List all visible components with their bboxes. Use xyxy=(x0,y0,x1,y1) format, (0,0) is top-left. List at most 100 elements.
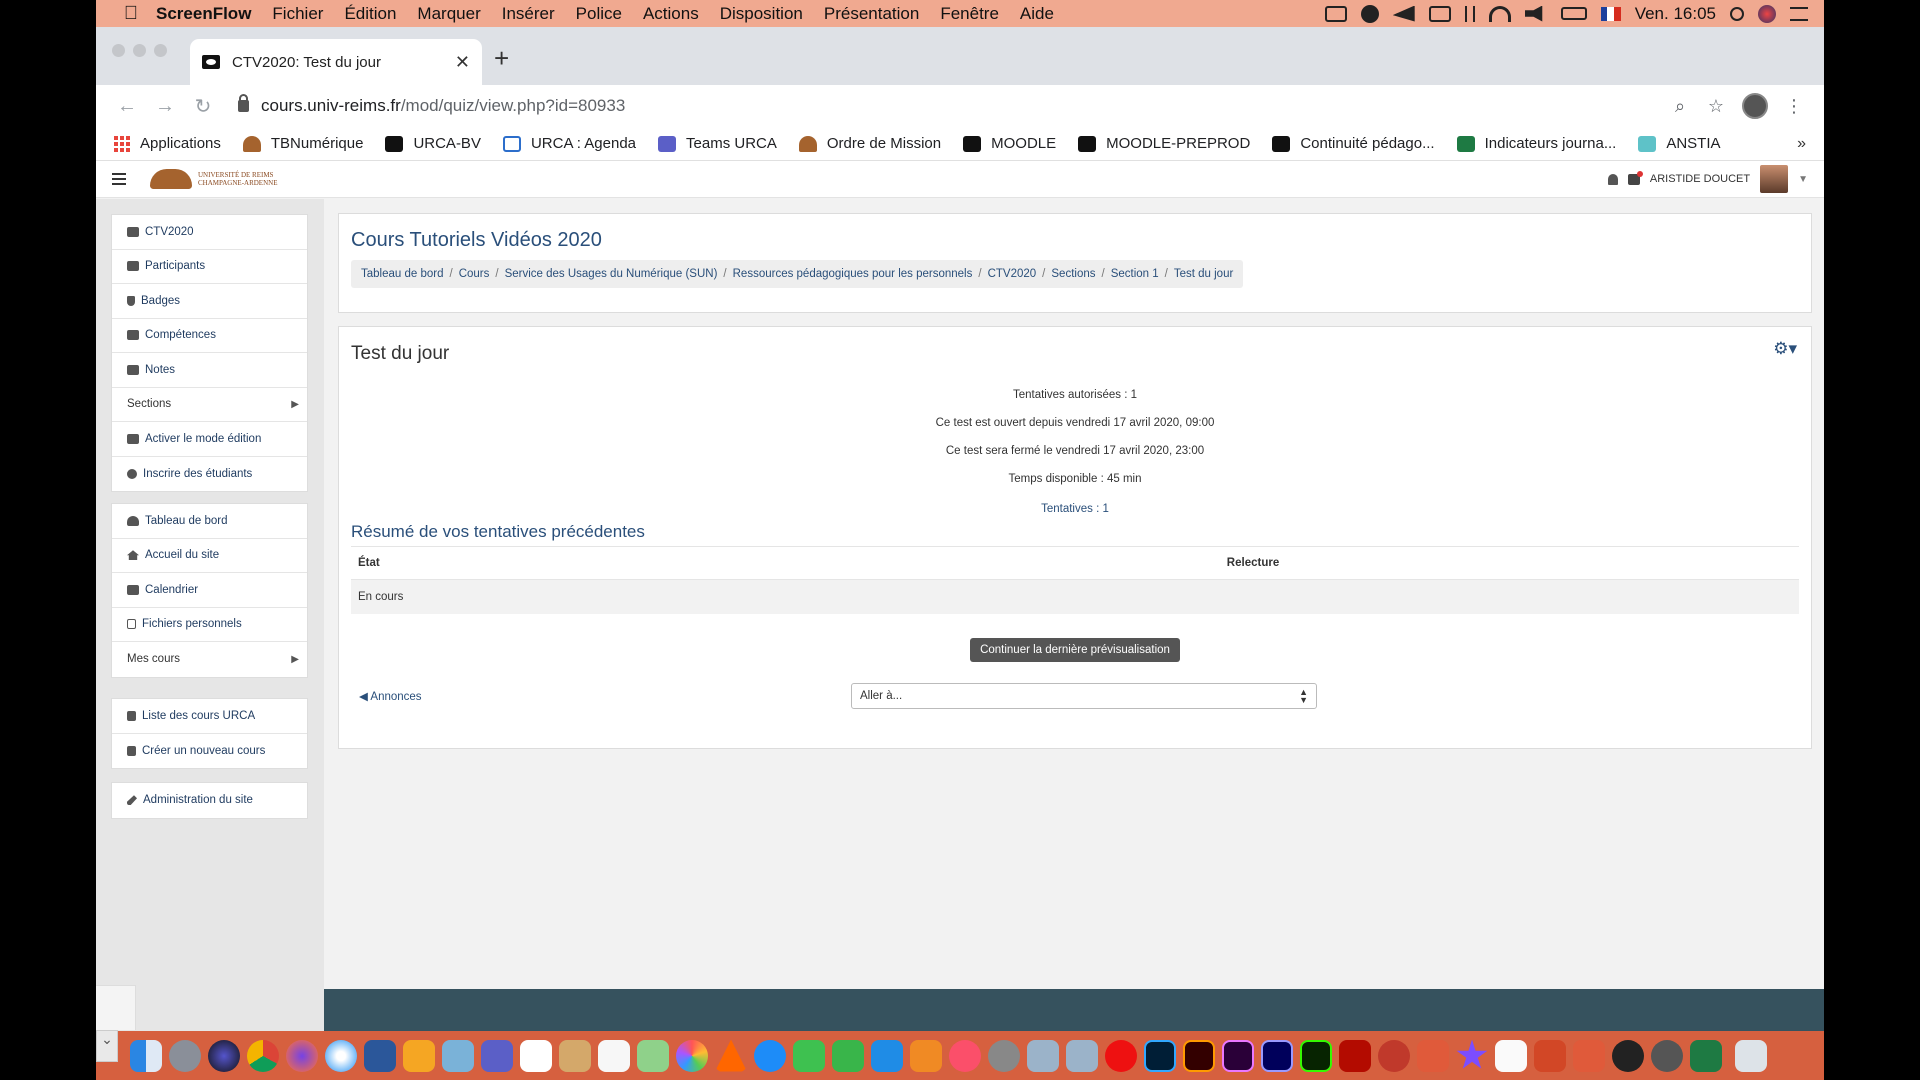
bookmark-indicateurs[interactable]: Indicateurs journa... xyxy=(1456,135,1616,152)
breadcrumb-item[interactable]: Test du jour xyxy=(1174,268,1233,280)
breadcrumb-item[interactable]: Cours xyxy=(459,268,490,280)
breadcrumb-item[interactable]: Section 1 xyxy=(1111,268,1159,280)
french-flag-icon[interactable] xyxy=(1600,6,1621,21)
menu-marquer[interactable]: Marquer xyxy=(417,4,480,24)
notification-center-icon[interactable] xyxy=(1790,6,1808,21)
siri-icon[interactable] xyxy=(1758,4,1776,23)
nav-item-badges[interactable]: Badges xyxy=(112,284,307,319)
illustrator-icon[interactable] xyxy=(1183,1039,1215,1072)
photos-icon[interactable] xyxy=(676,1039,708,1072)
screenflow-panel[interactable] xyxy=(96,985,136,1030)
reload-icon[interactable]: ↻ xyxy=(184,94,222,119)
menu-fichier[interactable]: Fichier xyxy=(272,4,323,24)
nav-item-ctv2020[interactable]: CTV2020 xyxy=(112,215,307,250)
facetime-icon[interactable] xyxy=(793,1039,825,1072)
breadcrumb-item[interactable]: CTV2020 xyxy=(988,268,1037,280)
keynote-icon[interactable] xyxy=(871,1039,903,1072)
presentation-app-icon-2[interactable] xyxy=(1573,1039,1605,1072)
address-bar[interactable]: cours.univ-reims.fr/mod/quiz/view.php?id… xyxy=(232,89,1662,123)
chrome-menu-icon[interactable]: ⋮ xyxy=(1776,96,1812,117)
launchpad-icon[interactable] xyxy=(169,1039,201,1072)
bookmark-urca-agenda[interactable]: URCA : Agenda xyxy=(502,135,636,152)
nav-item-enrol-students[interactable]: Inscrire des étudiants xyxy=(112,457,307,492)
bookmark-applications[interactable]: Applications xyxy=(114,135,221,152)
teams-icon[interactable] xyxy=(481,1039,513,1072)
firefox-icon[interactable] xyxy=(286,1039,318,1072)
continue-preview-button[interactable]: Continuer la dernière prévisualisation xyxy=(970,637,1180,662)
dreamweaver-icon[interactable] xyxy=(1300,1039,1332,1072)
bluetooth-icon[interactable] xyxy=(1464,5,1475,22)
bookmark-anstia[interactable]: ANSTIA xyxy=(1638,135,1721,152)
airplay-icon[interactable] xyxy=(1428,5,1451,22)
utility-app-icon-2[interactable] xyxy=(1066,1039,1098,1072)
bookmark-moodle-preprod[interactable]: MOODLE-PREPROD xyxy=(1078,135,1250,152)
user-name[interactable]: ARISTIDE DOUCET xyxy=(1650,173,1750,185)
maximize-window-icon[interactable] xyxy=(154,44,167,57)
app-status-icon[interactable] xyxy=(1392,5,1415,22)
word-icon[interactable] xyxy=(364,1039,396,1072)
screenflow-icon[interactable] xyxy=(1378,1039,1410,1072)
bookmark-tbnumerique[interactable]: TBNumérique xyxy=(242,135,363,152)
forward-arrow-icon[interactable]: → xyxy=(146,95,184,118)
menu-disposition[interactable]: Disposition xyxy=(720,4,803,24)
nav-item-my-courses[interactable]: Mes cours ▶ xyxy=(112,642,307,677)
close-tab-icon[interactable]: ✕ xyxy=(455,52,470,73)
menu-police[interactable]: Police xyxy=(576,4,622,24)
creative-cloud-icon[interactable] xyxy=(1360,4,1379,23)
acrobat-reader-icon[interactable] xyxy=(1339,1039,1371,1072)
bookmark-continuite-pedago[interactable]: Continuité pédago... xyxy=(1272,135,1435,152)
breadcrumb-item[interactable]: Service des Usages du Numérique (SUN) xyxy=(505,268,718,280)
nav-item-competences[interactable]: Compétences xyxy=(112,319,307,353)
menu-inserer[interactable]: Insérer xyxy=(502,4,555,24)
nav-item-site-home[interactable]: Accueil du site xyxy=(112,539,307,573)
utility-app-icon[interactable] xyxy=(1027,1039,1059,1072)
new-tab-icon[interactable]: + xyxy=(494,43,509,74)
breadcrumb-item[interactable]: Tableau de bord xyxy=(361,268,443,280)
safari-icon[interactable] xyxy=(325,1039,357,1072)
user-menu-caret-icon[interactable]: ▼ xyxy=(1798,174,1808,185)
nav-item-course-list[interactable]: Liste des cours URCA xyxy=(112,699,307,734)
imovie-icon[interactable] xyxy=(1456,1039,1488,1069)
menu-actions[interactable]: Actions xyxy=(643,4,699,24)
powerpoint-icon[interactable] xyxy=(1534,1039,1566,1072)
nav-item-private-files[interactable]: Fichiers personnels xyxy=(112,608,307,642)
messages-icon[interactable] xyxy=(1627,170,1643,185)
maps-icon[interactable] xyxy=(637,1039,669,1072)
numbers-icon[interactable] xyxy=(832,1039,864,1072)
zoom-icon[interactable]: ⌕ xyxy=(1662,96,1698,117)
premiere-icon[interactable] xyxy=(1222,1039,1254,1072)
hamburger-menu-icon[interactable] xyxy=(112,173,126,185)
menubar-clock[interactable]: Ven. 16:05 xyxy=(1635,4,1716,24)
menu-app-name[interactable]: ScreenFlow xyxy=(156,4,251,24)
davinci-icon[interactable] xyxy=(1651,1039,1683,1072)
feedback-icon[interactable] xyxy=(1495,1039,1527,1072)
gear-icon[interactable]: ⚙▾ xyxy=(1773,339,1797,359)
menu-fenetre[interactable]: Fenêtre xyxy=(940,4,999,24)
bookmarks-overflow-icon[interactable]: » xyxy=(1797,135,1806,153)
siri-icon[interactable] xyxy=(208,1039,240,1072)
vlc-icon[interactable] xyxy=(715,1039,747,1072)
bookmark-teams-urca[interactable]: Teams URCA xyxy=(658,135,777,152)
bookmark-urca-bv[interactable]: URCA-BV xyxy=(385,135,481,152)
music-icon[interactable] xyxy=(949,1039,981,1072)
textedit-icon[interactable] xyxy=(598,1039,630,1072)
active-tab[interactable]: CTV2020: Test du jour ✕ xyxy=(190,39,482,85)
menu-edition[interactable]: Édition xyxy=(344,4,396,24)
course-title[interactable]: Cours Tutoriels Vidéos 2020 xyxy=(351,229,1799,252)
notes-icon[interactable] xyxy=(559,1039,591,1072)
previous-activity-link[interactable]: ◀ Annonces xyxy=(359,689,422,703)
battery-icon[interactable] xyxy=(1560,7,1587,20)
dock-toggle-chevron-icon[interactable]: ⌄ xyxy=(96,1030,118,1062)
bookmark-ordre-de-mission[interactable]: Ordre de Mission xyxy=(798,135,941,152)
books-icon[interactable] xyxy=(910,1039,942,1072)
nav-item-create-course[interactable]: Créer un nouveau cours xyxy=(112,734,307,769)
nav-item-dashboard[interactable]: Tableau de bord xyxy=(112,504,307,539)
nav-item-participants[interactable]: Participants xyxy=(112,250,307,284)
finder-icon[interactable] xyxy=(130,1039,162,1072)
profile-avatar-icon[interactable] xyxy=(1742,93,1768,119)
presentation-app-icon[interactable] xyxy=(1417,1039,1449,1072)
lock-icon[interactable] xyxy=(238,94,249,112)
preview-icon[interactable] xyxy=(442,1039,474,1072)
trash-icon[interactable] xyxy=(1735,1039,1767,1072)
volume-icon[interactable] xyxy=(1524,5,1543,22)
